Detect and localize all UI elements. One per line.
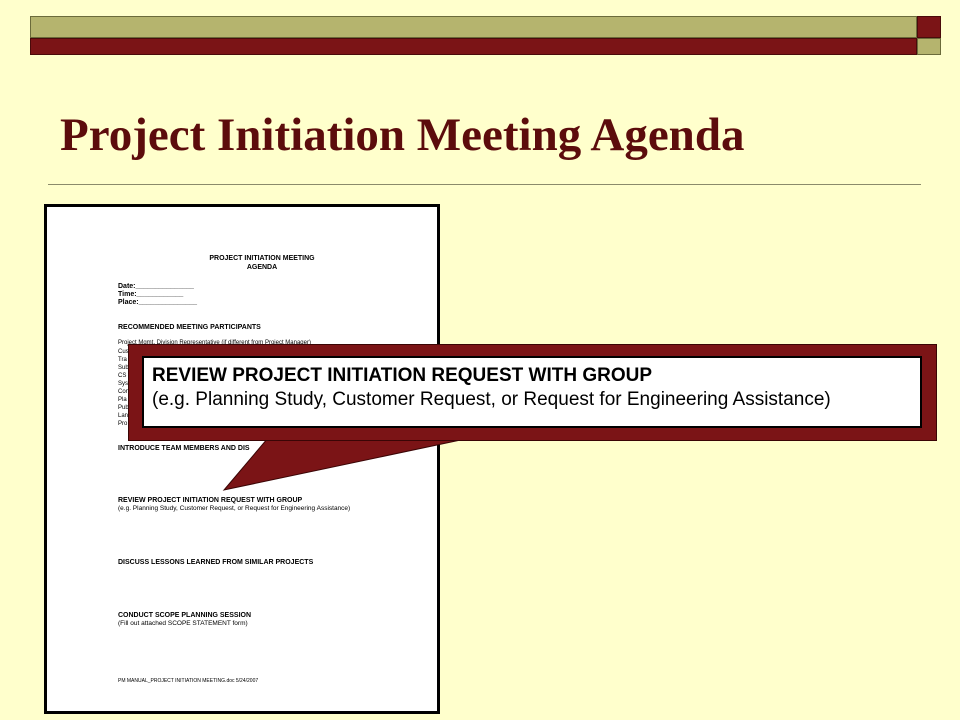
callout-subtext: (e.g. Planning Study, Customer Request, … (152, 389, 831, 410)
callout-heading: REVIEW PROJECT INITIATION REQUEST WITH G… (152, 365, 653, 386)
callout-panel: REVIEW PROJECT INITIATION REQUEST WITH G… (142, 356, 922, 428)
